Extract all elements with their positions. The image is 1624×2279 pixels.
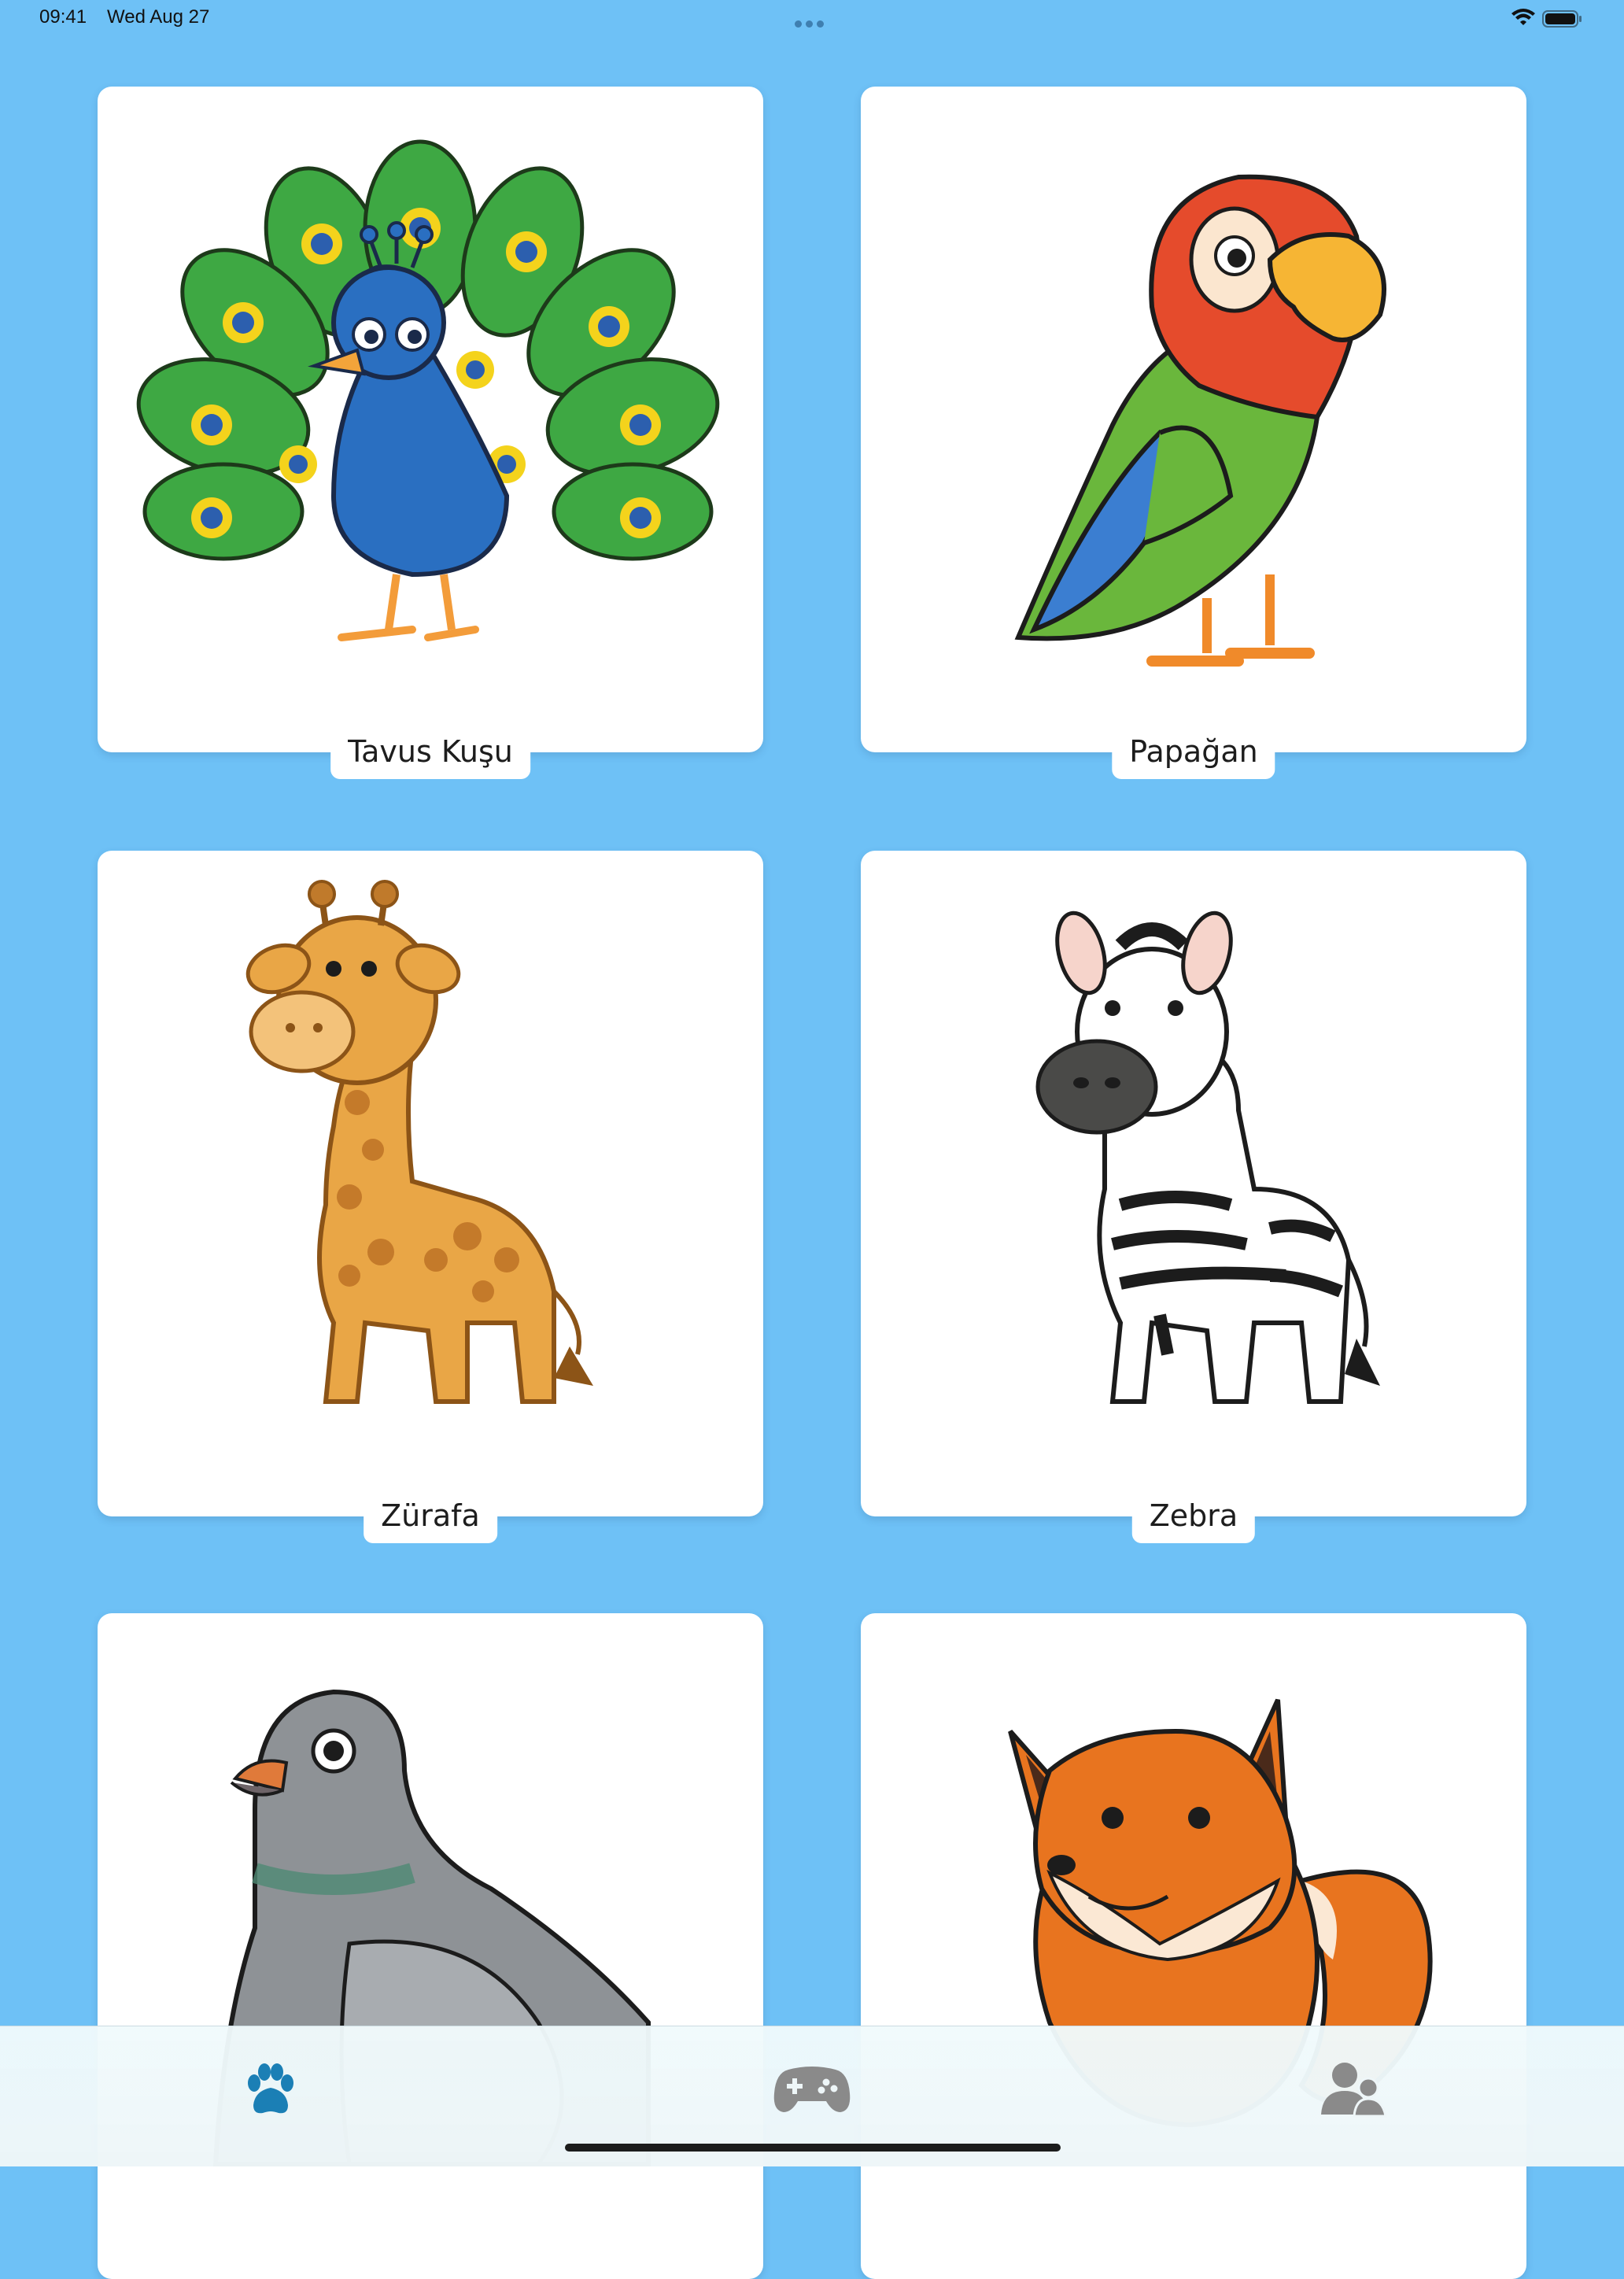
status-date: Wed Aug 27 bbox=[107, 6, 210, 28]
animal-card-label: Papağan bbox=[1112, 716, 1275, 779]
tab-games[interactable] bbox=[765, 2050, 859, 2129]
zebra-illustration bbox=[1035, 910, 1380, 1404]
wifi-icon bbox=[1511, 9, 1535, 25]
status-bar: 09:41 Wed Aug 27 bbox=[0, 0, 1624, 38]
tab-animals[interactable] bbox=[223, 2050, 318, 2129]
parrot-illustration bbox=[1014, 174, 1386, 667]
animal-card-pigeon[interactable] bbox=[98, 1613, 763, 2279]
pigeon-illustration bbox=[212, 1689, 651, 2166]
animal-card-zebra[interactable]: Zebra bbox=[861, 851, 1526, 1543]
tab-profiles[interactable] bbox=[1306, 2050, 1401, 2129]
fox-illustration bbox=[1008, 1698, 1433, 2128]
animal-card-label: Zebra bbox=[1131, 1480, 1256, 1543]
users-icon bbox=[1321, 2063, 1387, 2118]
status-time: 09:41 bbox=[39, 6, 87, 28]
animal-card-label: Tavus Kuşu bbox=[330, 716, 530, 779]
home-indicator[interactable] bbox=[565, 2144, 1061, 2152]
peacock-illustration bbox=[136, 139, 720, 641]
animal-card-parrot[interactable]: Papağan bbox=[861, 87, 1526, 779]
battery-icon bbox=[1542, 10, 1582, 28]
multitasking-dots-icon[interactable] bbox=[795, 16, 829, 28]
animal-card-fox[interactable] bbox=[861, 1613, 1526, 2279]
gamepad-icon bbox=[773, 2067, 851, 2112]
paw-icon bbox=[248, 2063, 293, 2114]
animal-card-label: Zürafa bbox=[364, 1480, 497, 1543]
animal-card-giraffe[interactable]: Zürafa bbox=[98, 851, 763, 1543]
animal-card-peacock[interactable]: Tavus Kuşu bbox=[98, 87, 763, 779]
giraffe-illustration bbox=[245, 880, 593, 1404]
